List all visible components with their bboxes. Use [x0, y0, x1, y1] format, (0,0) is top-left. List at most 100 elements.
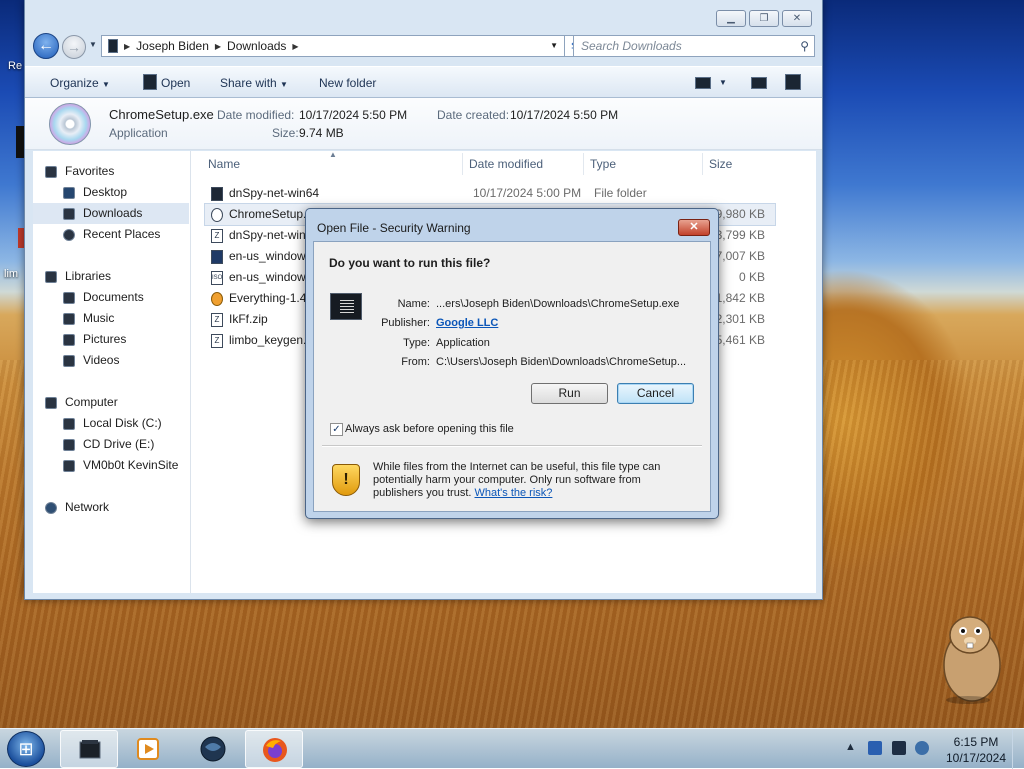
nav-label: Music	[83, 311, 115, 325]
column-header-date-modified[interactable]: Date modified	[469, 157, 543, 171]
desktop-icon-label[interactable]: lim	[4, 268, 18, 280]
nav-label: Computer	[65, 395, 118, 409]
name-label: Name:	[397, 298, 430, 310]
folder-icon	[108, 39, 118, 53]
taskbar-firefox-button[interactable]	[245, 730, 303, 768]
nav-computer[interactable]: Computer	[33, 392, 189, 413]
nav-network[interactable]: Network	[33, 497, 189, 518]
column-header-type[interactable]: Type	[590, 157, 616, 171]
tray-show-hidden-icon[interactable]: ▲	[845, 741, 856, 753]
exe-icon	[211, 250, 223, 264]
view-options-dropdown-icon[interactable]: ▼	[719, 78, 727, 87]
nav-documents[interactable]: Documents	[33, 287, 189, 308]
file-name: ChromeSetup.	[229, 207, 307, 221]
gopher-mascot-image	[943, 616, 1001, 704]
always-ask-label[interactable]: Always ask before opening this file	[345, 423, 514, 435]
change-view-icon[interactable]	[695, 77, 711, 89]
network-icon[interactable]	[892, 741, 906, 755]
details-file-type: Application	[109, 126, 168, 140]
run-button[interactable]: Run	[531, 383, 608, 404]
dialog-close-button[interactable]: ✕	[678, 219, 710, 236]
new-folder-button[interactable]: New folder	[319, 76, 376, 90]
nav-network-share[interactable]: VM0b0t KevinSite	[33, 455, 189, 476]
address-bar[interactable]: ▶ Joseph Biden ▶ Downloads ▶ ▼	[101, 35, 565, 57]
always-ask-checkbox[interactable]: ✓	[330, 423, 343, 436]
cd-drive-icon	[63, 439, 75, 451]
breadcrumb-downloads[interactable]: Downloads	[227, 39, 286, 53]
column-divider[interactable]	[462, 153, 463, 175]
documents-icon	[63, 292, 75, 304]
search-icon[interactable]: ⚲	[800, 36, 809, 56]
details-created-value: 10/17/2024 5:50 PM	[510, 108, 619, 122]
search-app-icon	[211, 292, 223, 306]
column-divider[interactable]	[702, 153, 703, 175]
zip-icon: Z	[211, 313, 223, 327]
file-row[interactable]: dnSpy-net-win64 10/17/2024 5:00 PM File …	[205, 183, 775, 204]
zip-icon: Z	[211, 229, 223, 243]
share-with-button[interactable]: Share with ▼	[220, 76, 288, 90]
volume-icon[interactable]	[915, 741, 929, 755]
forward-button[interactable]: →	[62, 35, 86, 59]
application-icon	[143, 74, 157, 90]
start-button[interactable]: ⊞	[7, 731, 45, 767]
taskbar-media-player-button[interactable]	[119, 730, 177, 768]
type-value: Application	[436, 337, 490, 349]
search-input[interactable]: Search Downloads ⚲	[573, 35, 815, 57]
nav-favorites[interactable]: Favorites	[33, 161, 189, 182]
nav-libraries[interactable]: Libraries	[33, 266, 189, 287]
breadcrumb-separator-icon[interactable]: ▶	[215, 42, 221, 51]
organize-button[interactable]: Organize ▼	[50, 76, 110, 90]
nav-label: Network	[65, 500, 110, 514]
file-type: File folder	[594, 186, 647, 200]
whats-the-risk-link[interactable]: What's the risk?	[475, 487, 553, 499]
cancel-button[interactable]: Cancel	[617, 383, 694, 404]
hard-drive-icon	[63, 418, 75, 430]
nav-label: CD Drive (E:)	[83, 437, 155, 451]
taskbar-globe-app-button[interactable]	[184, 730, 242, 768]
nav-label: Libraries	[65, 269, 112, 283]
network-drive-icon	[63, 460, 75, 472]
open-button[interactable]: Open	[161, 76, 190, 90]
nav-videos[interactable]: Videos	[33, 350, 189, 371]
nav-downloads[interactable]: Downloads	[33, 203, 189, 224]
minimize-button[interactable]: ▁	[716, 10, 746, 27]
nav-music[interactable]: Music	[33, 308, 189, 329]
column-header-name[interactable]: Name	[208, 157, 240, 171]
breadcrumb-separator-icon: ▶	[124, 41, 131, 51]
recent-pages-dropdown[interactable]: ▼	[89, 40, 97, 49]
system-clock[interactable]: 6:15 PM 10/17/2024	[936, 734, 1016, 766]
nav-desktop[interactable]: Desktop	[33, 182, 189, 203]
back-button[interactable]: ←	[33, 33, 59, 59]
show-desktop-button[interactable]	[1012, 729, 1024, 769]
desktop-icon-label[interactable]: Re	[8, 60, 22, 72]
publisher-link[interactable]: Google LLC	[436, 317, 498, 329]
breadcrumb-joseph-biden[interactable]: Joseph Biden	[136, 39, 209, 53]
nav-local-disk[interactable]: Local Disk (C:)	[33, 413, 189, 434]
warning-message: While files from the Internet can be use…	[373, 461, 693, 500]
explorer-icon	[79, 740, 101, 759]
column-header-size[interactable]: Size	[709, 157, 732, 171]
tray-app-icon[interactable]	[868, 741, 882, 755]
file-size: 7,007 KB	[715, 249, 765, 263]
file-date: 10/17/2024 5:00 PM	[473, 186, 582, 200]
nav-pictures[interactable]: Pictures	[33, 329, 189, 350]
taskbar-explorer-button[interactable]	[60, 730, 118, 768]
nav-cd-drive[interactable]: CD Drive (E:)	[33, 434, 189, 455]
security-warning-dialog[interactable]: Open File - Security Warning ✕ Do you wa…	[305, 208, 719, 519]
desktop-icon[interactable]	[16, 126, 24, 158]
preview-pane-icon[interactable]	[751, 77, 767, 89]
pictures-icon	[63, 334, 75, 346]
window-controls: ▁ ❐ ✕	[716, 10, 812, 27]
installer-disc-icon	[49, 103, 91, 145]
help-icon[interactable]	[785, 74, 801, 90]
close-window-button[interactable]: ✕	[782, 10, 812, 27]
file-size: 9,980 KB	[715, 207, 765, 221]
maximize-button[interactable]: ❐	[749, 10, 779, 27]
column-divider[interactable]	[583, 153, 584, 175]
nav-recent-places[interactable]: Recent Places	[33, 224, 189, 245]
address-dropdown-icon[interactable]: ▼	[550, 41, 558, 50]
search-placeholder: Search Downloads	[581, 39, 682, 53]
breadcrumb-separator-icon[interactable]: ▶	[292, 42, 298, 51]
nav-label: Pictures	[83, 332, 127, 346]
details-size-value: 9.74 MB	[299, 126, 344, 140]
